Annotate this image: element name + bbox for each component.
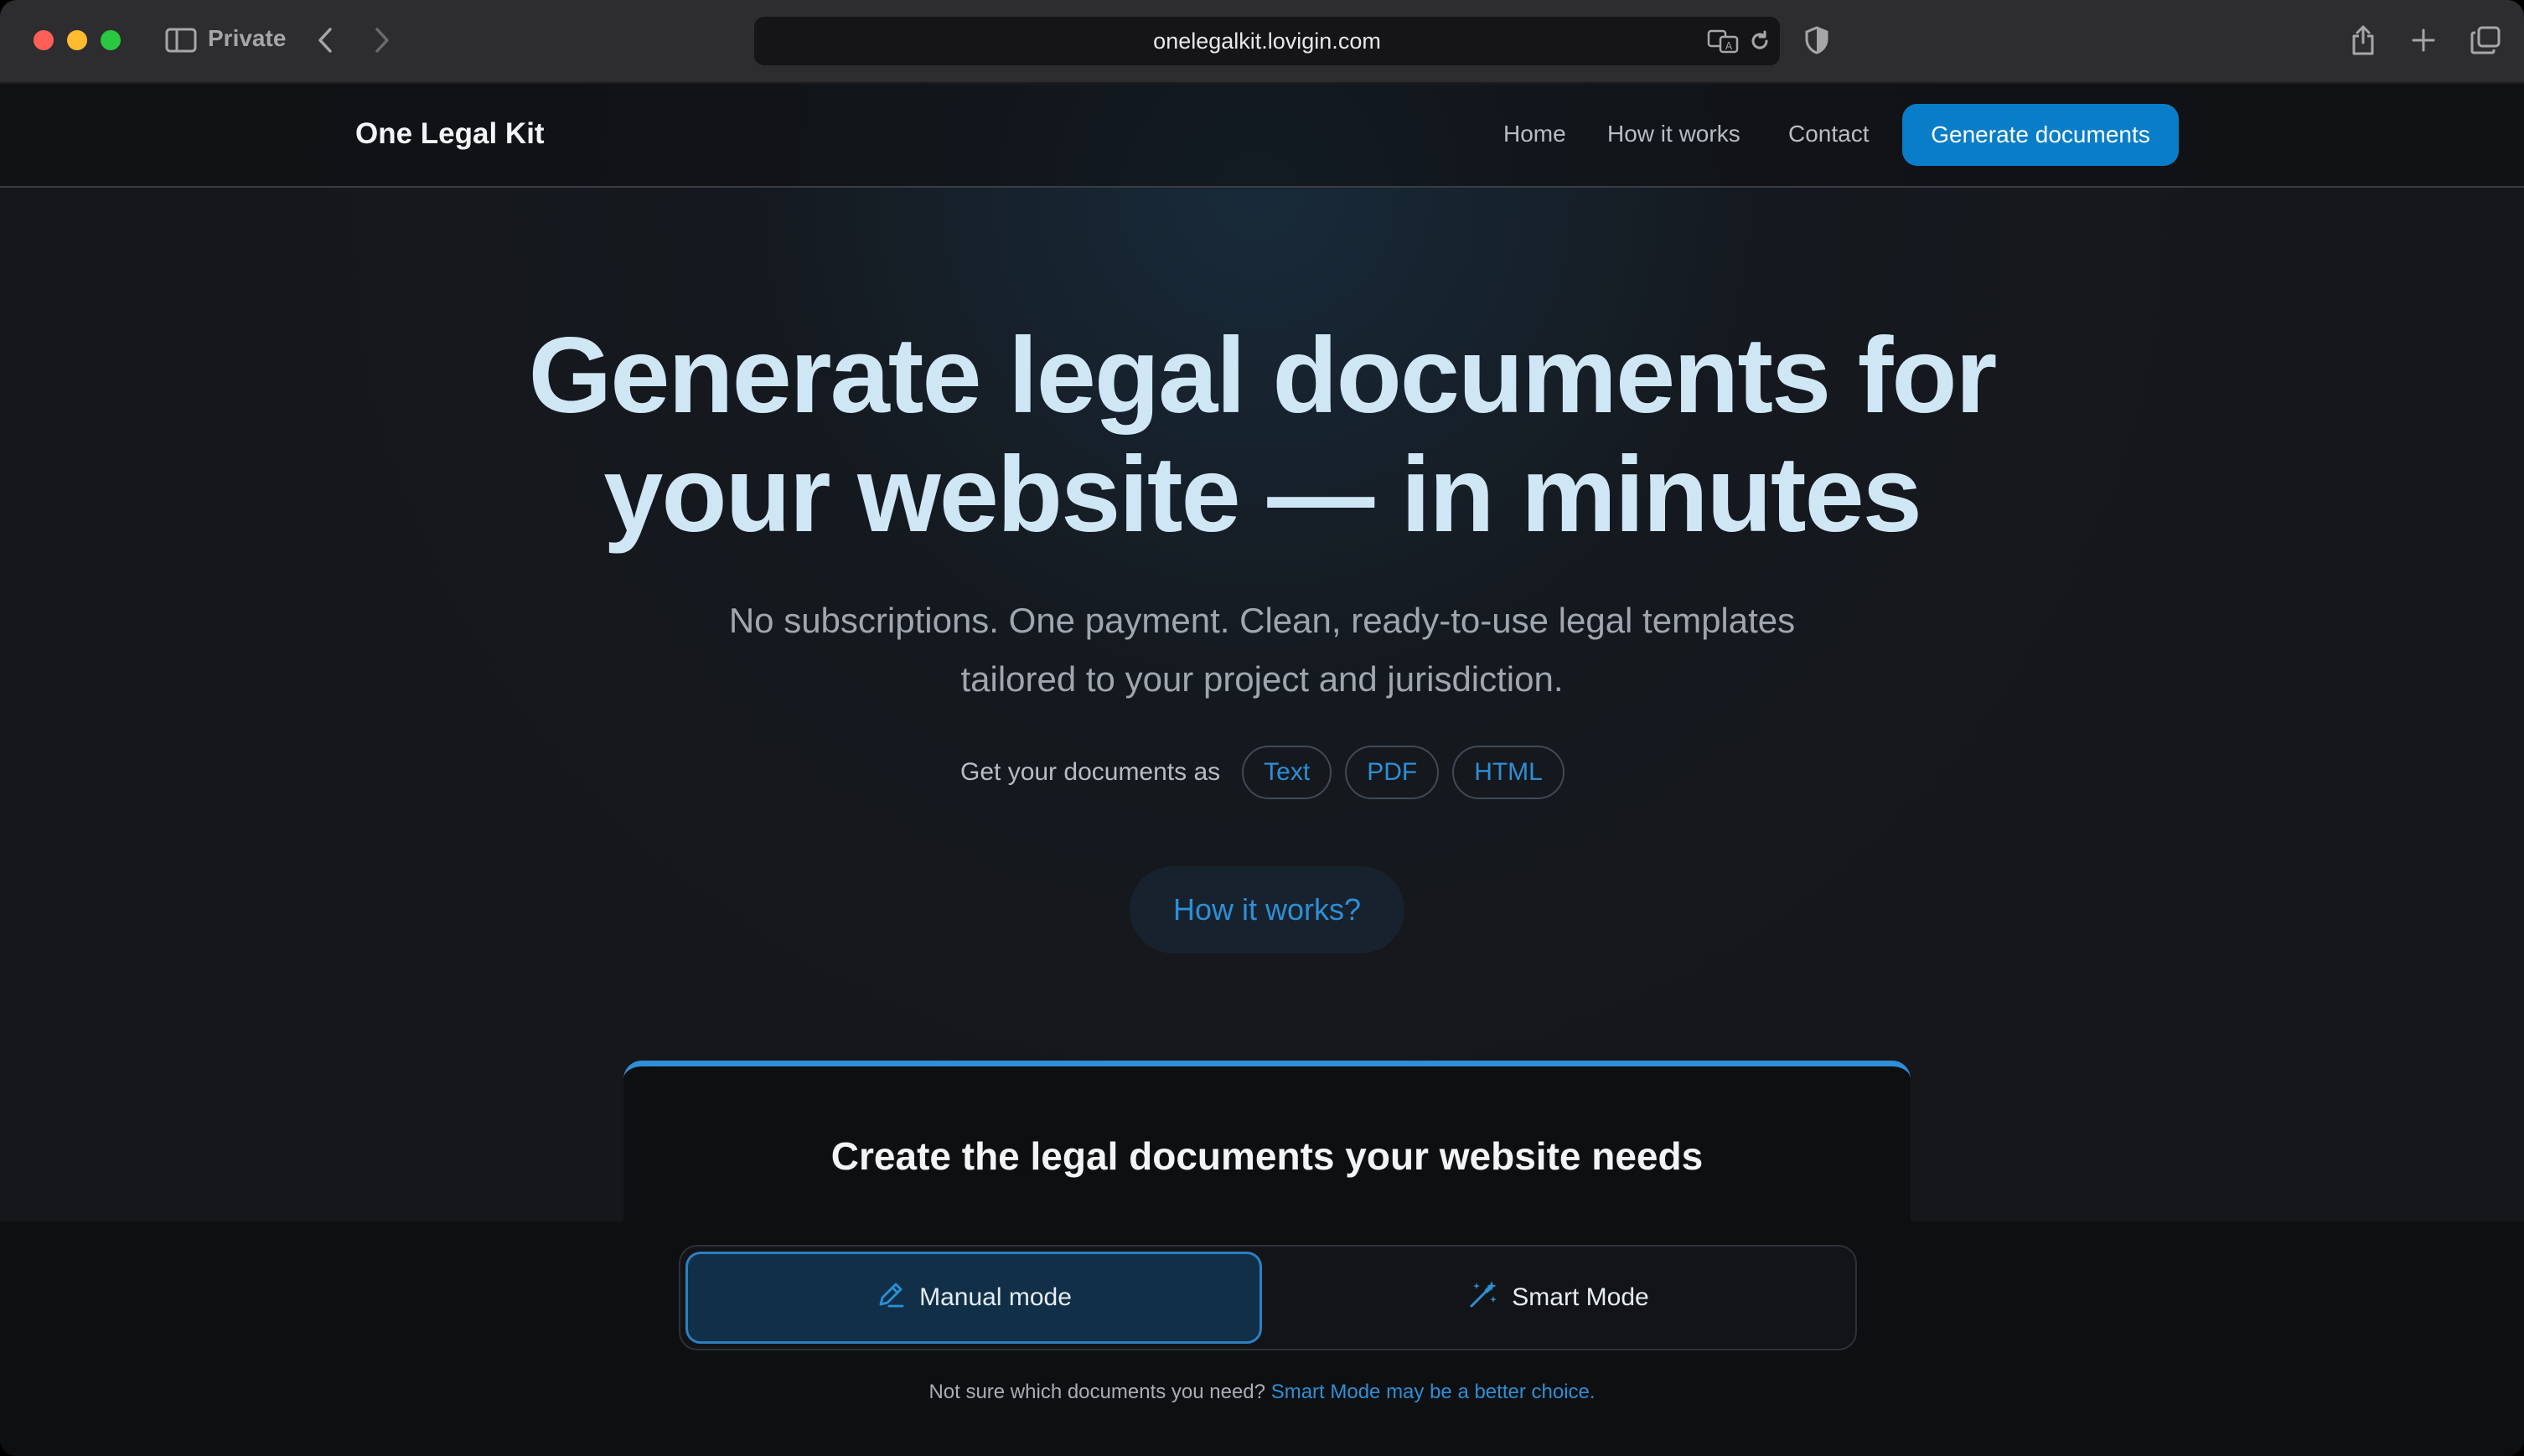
format-pill-pdf: PDF — [1345, 746, 1440, 799]
site-header: One Legal Kit Home How it works Contact … — [0, 84, 2524, 188]
manual-mode-label: Manual mode — [919, 1283, 1072, 1311]
site-logo[interactable]: One Legal Kit — [355, 117, 545, 151]
sidebar-icon[interactable] — [163, 22, 199, 59]
manual-mode-button[interactable]: Manual mode — [685, 1252, 1262, 1344]
translate-icon[interactable]: A — [1704, 23, 1741, 59]
chevron-left-icon[interactable] — [310, 22, 340, 59]
close-window-button[interactable] — [34, 30, 54, 50]
smart-mode-button[interactable]: Smart Mode — [1267, 1252, 1850, 1344]
private-label: Private — [208, 25, 287, 51]
magic-wand-icon — [1468, 1279, 1498, 1316]
web-page: One Legal Kit Home How it works Contact … — [0, 84, 2524, 1456]
smart-mode-suggestion-link[interactable]: Smart Mode may be a better choice. — [1271, 1381, 1596, 1403]
browser-toolbar: Private onelegalkit.lovigin.com A — [0, 0, 2524, 84]
format-options: Get your documents as Text PDF HTML — [960, 746, 1565, 799]
generate-documents-button[interactable]: Generate documents — [1902, 104, 2179, 166]
formats-label: Get your documents as — [960, 758, 1221, 786]
reload-icon[interactable] — [1743, 23, 1777, 59]
nav-link-how-it-works[interactable]: How it works — [1607, 121, 1740, 147]
mode-toggle: Manual mode Smart Mode — [679, 1245, 1857, 1350]
shield-icon[interactable] — [1800, 22, 1834, 59]
pencil-icon — [876, 1279, 906, 1316]
url-text: onelegalkit.lovigin.com — [1153, 28, 1381, 54]
hero-title-line-1: Generate legal documents for — [528, 316, 1998, 436]
hero-subtitle-line-1: No subscriptions. One payment. Clean, re… — [728, 601, 1796, 640]
svg-text:A: A — [1725, 40, 1733, 52]
hero-title-line-2: your website — in minutes — [603, 435, 1922, 555]
nav-link-home[interactable]: Home — [1503, 121, 1566, 147]
smart-mode-label: Smart Mode — [1512, 1283, 1649, 1311]
format-pill-text: Text — [1242, 746, 1332, 799]
mode-hint: Not sure which documents you need? Smart… — [0, 1381, 2524, 1404]
tabs-overview-icon[interactable] — [2467, 22, 2504, 59]
chevron-right-icon[interactable] — [367, 22, 397, 59]
mode-hint-text: Not sure which documents you need? — [928, 1381, 1266, 1403]
zoom-window-button[interactable] — [101, 30, 121, 50]
card-title: Create the legal documents your website … — [830, 1134, 1704, 1178]
hero-subtitle: No subscriptions. One payment. Clean, re… — [675, 591, 1849, 709]
nav-link-contact[interactable]: Contact — [1788, 121, 1870, 147]
hero-subtitle-line-2: tailored to your project and jurisdictio… — [960, 659, 1564, 699]
how-it-works-button[interactable]: How it works? — [1130, 866, 1404, 953]
browser-window: Private onelegalkit.lovigin.com A One Le… — [0, 0, 2524, 1456]
hero-title: Generate legal documents for your websit… — [340, 317, 2184, 555]
plus-icon[interactable] — [2407, 22, 2440, 59]
format-pill-html: HTML — [1452, 746, 1565, 799]
minimize-window-button[interactable] — [67, 30, 87, 50]
address-bar[interactable]: onelegalkit.lovigin.com A — [754, 17, 1780, 65]
share-icon[interactable] — [2346, 22, 2380, 59]
